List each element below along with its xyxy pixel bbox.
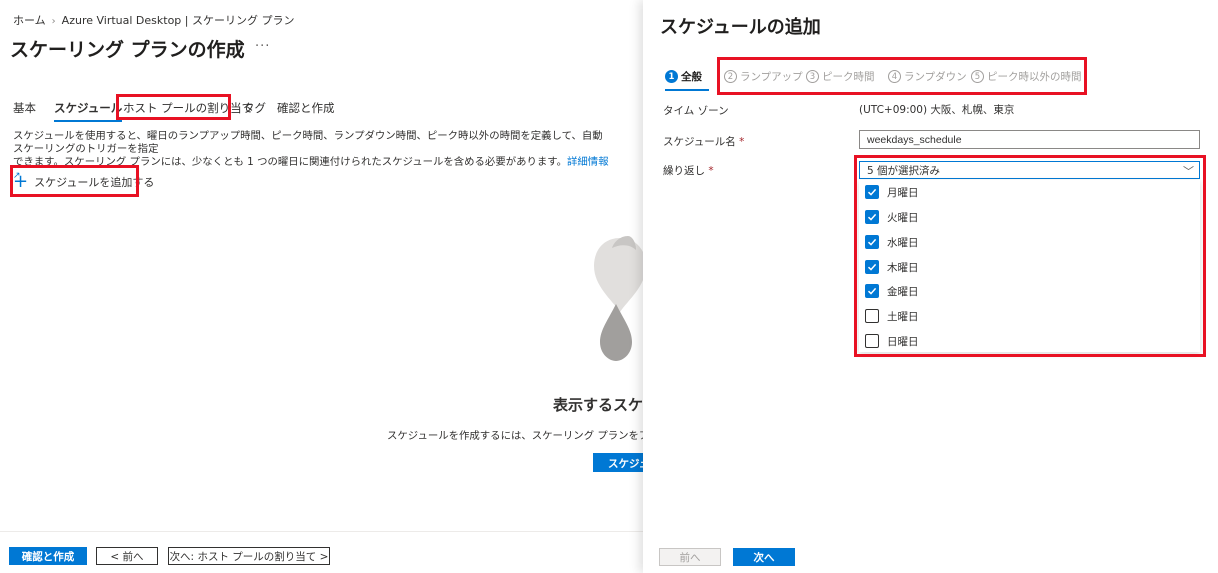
empty-state-title: 表示するスケジ xyxy=(553,396,643,414)
timezone-label: タイム ゾーン xyxy=(663,105,729,117)
empty-state-description: スケジュールを作成するには、スケーリング プランをアクティブにする日 xyxy=(387,430,643,442)
required-marker: * xyxy=(739,136,745,148)
timezone-value: (UTC+09:00) 大阪、札幌、東京 xyxy=(859,104,1015,116)
add-schedule-panel: スケジュールの追加 1 全般 2 ランプアップ 3 ピーク時間 4 ランプダウン 5 ピー… xyxy=(643,0,1218,573)
learn-more-link[interactable]: 詳細情報 xyxy=(567,156,609,168)
highlight-add-schedule xyxy=(10,165,139,197)
tab-review-create[interactable]: 確認と作成 xyxy=(277,100,335,116)
breadcrumb-home[interactable]: ホーム xyxy=(13,14,46,27)
schedule-name-label: スケジュール名 * xyxy=(663,134,744,149)
active-step-indicator xyxy=(665,89,709,91)
highlight-host-pool-tab xyxy=(116,94,231,120)
empty-state-add-button[interactable]: スケジュー xyxy=(593,453,643,472)
tab-schedule[interactable]: スケジュール xyxy=(54,100,123,122)
tab-bar: 基本 スケジュール ホスト プールの割り当て タグ 確認と作成 xyxy=(0,94,643,122)
repeat-label-text: 繰り返し xyxy=(663,165,705,177)
panel-title: スケジュールの追加 xyxy=(660,17,821,38)
step-label: 全般 xyxy=(681,71,702,83)
schedule-name-label-text: スケジュール名 xyxy=(663,136,736,148)
tab-basics[interactable]: 基本 xyxy=(13,100,36,116)
description-line-1: スケジュールを使用すると、曜日のランプアップ時間、ピーク時間、ランプダウン時間、… xyxy=(13,130,603,155)
required-marker: * xyxy=(708,165,714,177)
page-title: スケーリング プランの作成 xyxy=(10,39,245,61)
empty-state-illustration xyxy=(594,236,643,361)
step-number: 1 xyxy=(665,70,678,83)
chevron-right-icon: › xyxy=(51,16,56,27)
review-create-button[interactable]: 確認と作成 xyxy=(9,547,87,565)
next-host-pool-button[interactable]: 次へ: ホスト プールの割り当て > xyxy=(168,547,330,565)
scaling-plan-page: ホーム › Azure Virtual Desktop | スケーリング プラン ス… xyxy=(0,0,643,573)
previous-button[interactable]: < 前へ xyxy=(96,547,158,565)
highlight-repeat-options xyxy=(854,155,1206,357)
tab-tags[interactable]: タグ xyxy=(243,100,266,116)
breadcrumb: ホーム › Azure Virtual Desktop | スケーリング プラン xyxy=(13,12,295,28)
step-general[interactable]: 1 全般 xyxy=(665,69,702,84)
panel-previous-button[interactable]: 前へ xyxy=(659,548,721,566)
schedule-name-input[interactable] xyxy=(859,130,1200,149)
footer-divider xyxy=(0,531,643,532)
more-options-icon[interactable]: ··· xyxy=(255,39,270,54)
repeat-label: 繰り返し * xyxy=(663,163,714,178)
breadcrumb-parent[interactable]: Azure Virtual Desktop | スケーリング プラン xyxy=(62,14,295,27)
panel-next-button[interactable]: 次へ xyxy=(733,548,795,566)
highlight-wizard-steps xyxy=(717,57,1087,95)
